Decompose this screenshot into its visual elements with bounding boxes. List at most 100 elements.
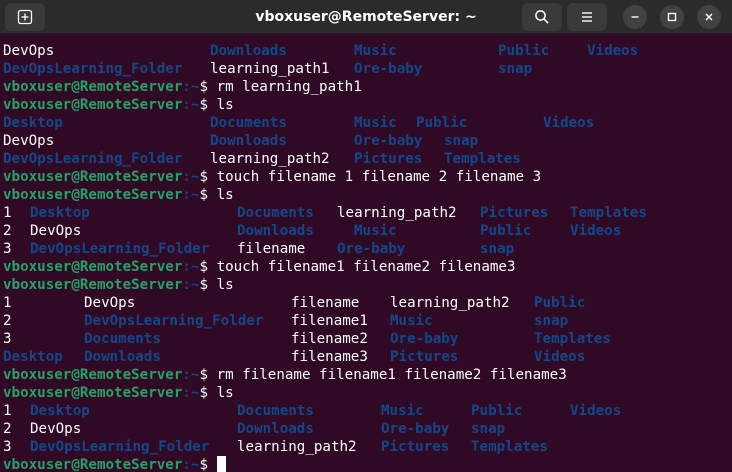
text-cursor: [216, 456, 226, 472]
maximize-icon: [667, 12, 677, 22]
prompt-path: :~: [182, 97, 200, 113]
directory-entry: Pictures: [390, 349, 459, 365]
directory-entry: DevOpsLearning_Folder: [30, 241, 210, 257]
hamburger-menu-icon: [582, 12, 592, 22]
directory-entry: Music: [354, 43, 397, 59]
directory-entry: Public: [471, 403, 523, 419]
prompt-symbol: $: [199, 367, 217, 383]
file-entry: 2: [3, 223, 12, 239]
directory-entry: snap: [471, 421, 506, 437]
prompt-path: :~: [182, 259, 200, 275]
directory-entry: Videos: [587, 43, 639, 59]
directory-entry: snap: [480, 241, 515, 257]
directory-entry: snap: [534, 313, 569, 329]
directory-entry: Templates: [471, 439, 548, 455]
title-bar: vboxuser@RemoteServer: ~: [0, 0, 732, 34]
file-entry: 1: [3, 295, 12, 311]
prompt-symbol: $: [199, 385, 217, 401]
directory-entry: Videos: [570, 223, 622, 239]
directory-entry: Downloads: [210, 133, 287, 149]
prompt-symbol: $: [199, 187, 217, 203]
prompt-user: vboxuser@RemoteServer: [3, 277, 183, 293]
directory-entry: Music: [354, 223, 397, 239]
new-tab-icon: [17, 9, 33, 25]
minimize-button[interactable]: [623, 5, 647, 29]
prompt-user: vboxuser@RemoteServer: [3, 97, 183, 113]
directory-entry: Pictures: [480, 205, 549, 221]
file-entry: 3: [3, 331, 12, 347]
directory-entry: Desktop: [30, 205, 90, 221]
directory-entry: Ore-baby: [354, 133, 423, 149]
command-text: ls: [216, 277, 234, 293]
menu-button[interactable]: [567, 3, 607, 31]
prompt-path: :~: [182, 277, 200, 293]
directory-entry: Public: [480, 223, 532, 239]
prompt-user: vboxuser@RemoteServer: [3, 169, 183, 185]
file-entry: DevOps: [30, 421, 82, 437]
file-entry: 3: [3, 439, 12, 455]
prompt-line: vboxuser@RemoteServer:~$ touch filename1…: [3, 258, 516, 276]
directory-entry: Ore-baby: [337, 241, 406, 257]
directory-entry: Documents: [210, 115, 287, 131]
prompt-user: vboxuser@RemoteServer: [3, 385, 183, 401]
prompt-user: vboxuser@RemoteServer: [3, 457, 183, 472]
directory-entry: Documents: [237, 205, 314, 221]
directory-entry: Downloads: [84, 349, 161, 365]
prompt-path: :~: [182, 385, 200, 401]
file-entry: DevOps: [84, 295, 136, 311]
directory-entry: Desktop: [3, 115, 63, 131]
directory-entry: DevOpsLearning_Folder: [3, 151, 183, 167]
prompt-user: vboxuser@RemoteServer: [3, 79, 183, 95]
command-text: ls: [216, 385, 234, 401]
prompt-user: vboxuser@RemoteServer: [3, 187, 183, 203]
file-entry: filename2: [291, 331, 368, 347]
close-button[interactable]: [697, 5, 721, 29]
prompt-line: vboxuser@RemoteServer:~$: [3, 456, 226, 472]
directory-entry: DevOpsLearning_Folder: [30, 439, 210, 455]
terminal-output[interactable]: DevOps Downloads Music Public Videos DevOpsLe…: [0, 34, 732, 472]
prompt-user: vboxuser@RemoteServer: [3, 367, 183, 383]
command-text: rm learning_path1: [216, 79, 362, 95]
prompt-line: vboxuser@RemoteServer:~$ touch filename …: [3, 168, 541, 186]
directory-entry: Documents: [237, 403, 314, 419]
file-entry: filename: [291, 295, 360, 311]
maximize-button[interactable]: [660, 5, 684, 29]
directory-entry: snap: [444, 133, 479, 149]
file-entry: learning_path1: [210, 61, 330, 77]
directory-entry: Music: [354, 115, 397, 131]
prompt-user: vboxuser@RemoteServer: [3, 259, 183, 275]
command-text: touch filename 1 filename 2 filename 3: [216, 169, 542, 185]
directory-entry: DevOpsLearning_Folder: [84, 313, 264, 329]
prompt-line: vboxuser@RemoteServer:~$ ls: [3, 96, 234, 114]
prompt-line: vboxuser@RemoteServer:~$ ls: [3, 384, 234, 402]
close-icon: [705, 13, 713, 21]
file-entry: filename1: [291, 313, 368, 329]
directory-entry: Videos: [570, 403, 622, 419]
directory-entry: Templates: [444, 151, 521, 167]
prompt-symbol: $: [199, 169, 217, 185]
prompt-symbol: $: [199, 259, 217, 275]
file-entry: filename3: [291, 349, 368, 365]
directory-entry: Public: [498, 43, 550, 59]
new-tab-button[interactable]: [5, 3, 45, 31]
directory-entry: Desktop: [3, 349, 63, 365]
directory-entry: Templates: [534, 331, 611, 347]
prompt-path: :~: [182, 367, 200, 383]
directory-entry: Videos: [543, 115, 595, 131]
directory-entry: DevOpsLearning_Folder: [3, 61, 183, 77]
directory-entry: Downloads: [210, 43, 287, 59]
directory-entry: Desktop: [30, 403, 90, 419]
directory-entry: Pictures: [381, 439, 450, 455]
file-entry: learning_path2: [210, 151, 330, 167]
file-entry: 1: [3, 205, 12, 221]
prompt-line: vboxuser@RemoteServer:~$ ls: [3, 276, 234, 294]
directory-entry: Templates: [570, 205, 647, 221]
prompt-symbol: $: [199, 97, 217, 113]
file-entry: learning_path2: [237, 439, 357, 455]
command-text: ls: [216, 97, 234, 113]
file-entry: filename: [237, 241, 306, 257]
file-entry: 2: [3, 313, 12, 329]
directory-entry: Music: [390, 313, 433, 329]
command-text: rm filename filename1 filename2 filename…: [216, 367, 567, 383]
search-button[interactable]: [522, 3, 562, 31]
